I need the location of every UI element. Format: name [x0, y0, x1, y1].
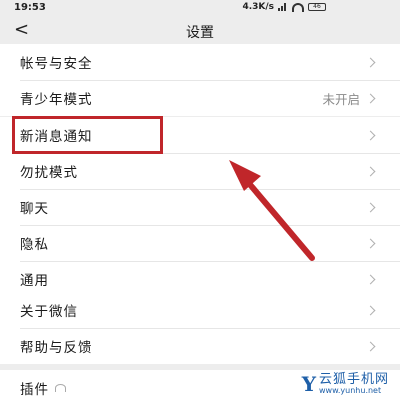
settings-item-teen-mode[interactable]: 青少年模式 未开启 — [0, 80, 400, 116]
settings-item-label: 隐私 — [20, 237, 49, 253]
settings-item-label: 关于微信 — [20, 304, 78, 320]
settings-item-label: 通用 — [20, 273, 49, 289]
nav-header: < 设置 — [0, 16, 400, 44]
plugin-status-icon — [55, 384, 66, 392]
chevron-right-icon — [365, 166, 376, 176]
chevron-right-icon — [365, 305, 376, 315]
signal-icon — [278, 3, 288, 11]
status-time: 19:53 — [14, 2, 46, 13]
chevron-right-icon — [365, 274, 376, 284]
settings-item-label: 插件 — [20, 382, 49, 398]
settings-item-value: 未开启 — [322, 91, 360, 107]
settings-item-label: 青少年模式 — [20, 92, 93, 108]
settings-item-label: 勿扰模式 — [20, 165, 78, 181]
battery-level: 46 — [313, 3, 321, 10]
settings-item-privacy[interactable]: 隐私 — [0, 225, 400, 261]
watermark: Y 云狐手机网 www.yunhu.net — [298, 372, 392, 396]
chevron-right-icon — [365, 93, 376, 103]
network-speed: 4.3K/s — [242, 2, 274, 12]
settings-item-new-message-notification[interactable]: 新消息通知 — [0, 117, 400, 153]
chevron-right-icon — [365, 130, 376, 140]
page-title: 设置 — [186, 25, 214, 41]
chevron-right-icon — [365, 238, 376, 248]
wifi-icon — [292, 2, 304, 12]
status-bar: 19:53 4.3K/s 46 — [0, 0, 400, 16]
watermark-title: 云狐手机网 — [318, 372, 389, 387]
settings-item-do-not-disturb[interactable]: 勿扰模式 — [0, 153, 400, 189]
watermark-url: www.yunhu.net — [318, 386, 382, 395]
chevron-right-icon — [365, 341, 376, 351]
settings-item-label: 帮助与反馈 — [20, 340, 93, 356]
settings-group-main: 新消息通知 勿扰模式 聊天 隐私 通用 — [0, 117, 400, 297]
chevron-right-icon — [365, 57, 376, 67]
status-indicators: 4.3K/s 46 — [242, 2, 326, 12]
settings-group-about: 关于微信 帮助与反馈 — [0, 292, 400, 364]
settings-item-account-security[interactable]: 帐号与安全 — [0, 44, 400, 80]
settings-item-help-feedback[interactable]: 帮助与反馈 — [0, 328, 400, 364]
watermark-text: 云狐手机网 www.yunhu.net — [319, 373, 389, 395]
watermark-logo: Y — [301, 372, 316, 396]
chevron-right-icon — [365, 202, 376, 212]
settings-item-label: 帐号与安全 — [20, 56, 93, 72]
settings-item-about-wechat[interactable]: 关于微信 — [0, 292, 400, 328]
settings-item-chat[interactable]: 聊天 — [0, 189, 400, 225]
settings-group-account: 帐号与安全 青少年模式 未开启 — [0, 44, 400, 116]
settings-item-label: 聊天 — [20, 201, 49, 217]
battery-icon: 46 — [308, 3, 326, 11]
settings-item-label: 新消息通知 — [20, 129, 93, 145]
